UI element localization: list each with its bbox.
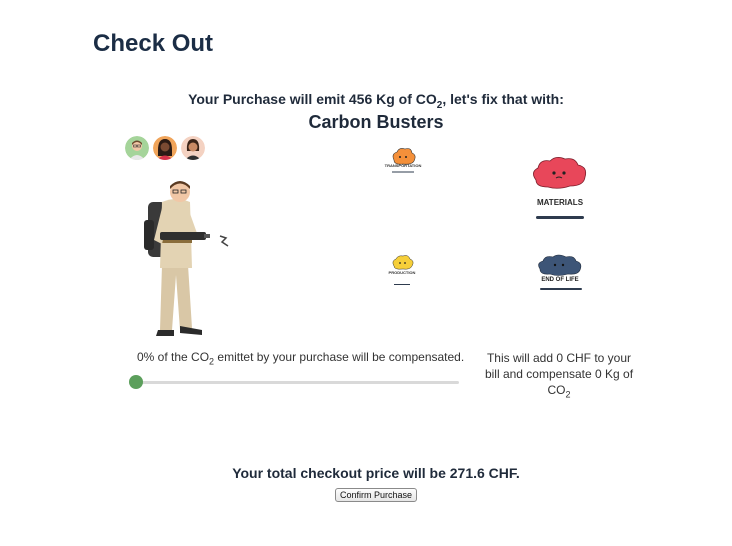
materials-label: MATERIALS xyxy=(536,198,584,207)
materials-underline xyxy=(536,216,584,219)
compensation-slider-thumb[interactable] xyxy=(129,375,143,389)
ghostbuster-illustration xyxy=(140,180,235,347)
compensation-summary: This will add 0 CHF to your bill and com… xyxy=(484,351,634,400)
end-of-life-label: END OF LIFE xyxy=(541,277,579,283)
page-title: Check Out xyxy=(93,30,214,57)
production-underline xyxy=(394,284,410,285)
materials-cloud xyxy=(530,156,590,199)
transportation-label: TRANSPORTATION xyxy=(384,163,422,168)
avatar xyxy=(181,136,205,160)
avatar xyxy=(153,136,177,160)
production-cloud xyxy=(390,254,416,281)
confirm-purchase-button[interactable]: Confirm Purchase xyxy=(335,488,417,502)
avatar xyxy=(125,136,149,160)
end-of-life-underline xyxy=(540,288,582,290)
total-price: Your total checkout price will be 271.6 … xyxy=(232,465,520,481)
team-avatars xyxy=(125,136,205,160)
compensation-percent-label: 0% of the CO2 emittet by your purchase w… xyxy=(137,350,465,367)
emission-statement: Your Purchase will emit 456 Kg of CO2, l… xyxy=(188,91,564,111)
compensation-slider-track[interactable] xyxy=(136,381,459,384)
production-label: PRODUCTION xyxy=(388,270,416,275)
brand-title: Carbon Busters xyxy=(308,112,444,132)
